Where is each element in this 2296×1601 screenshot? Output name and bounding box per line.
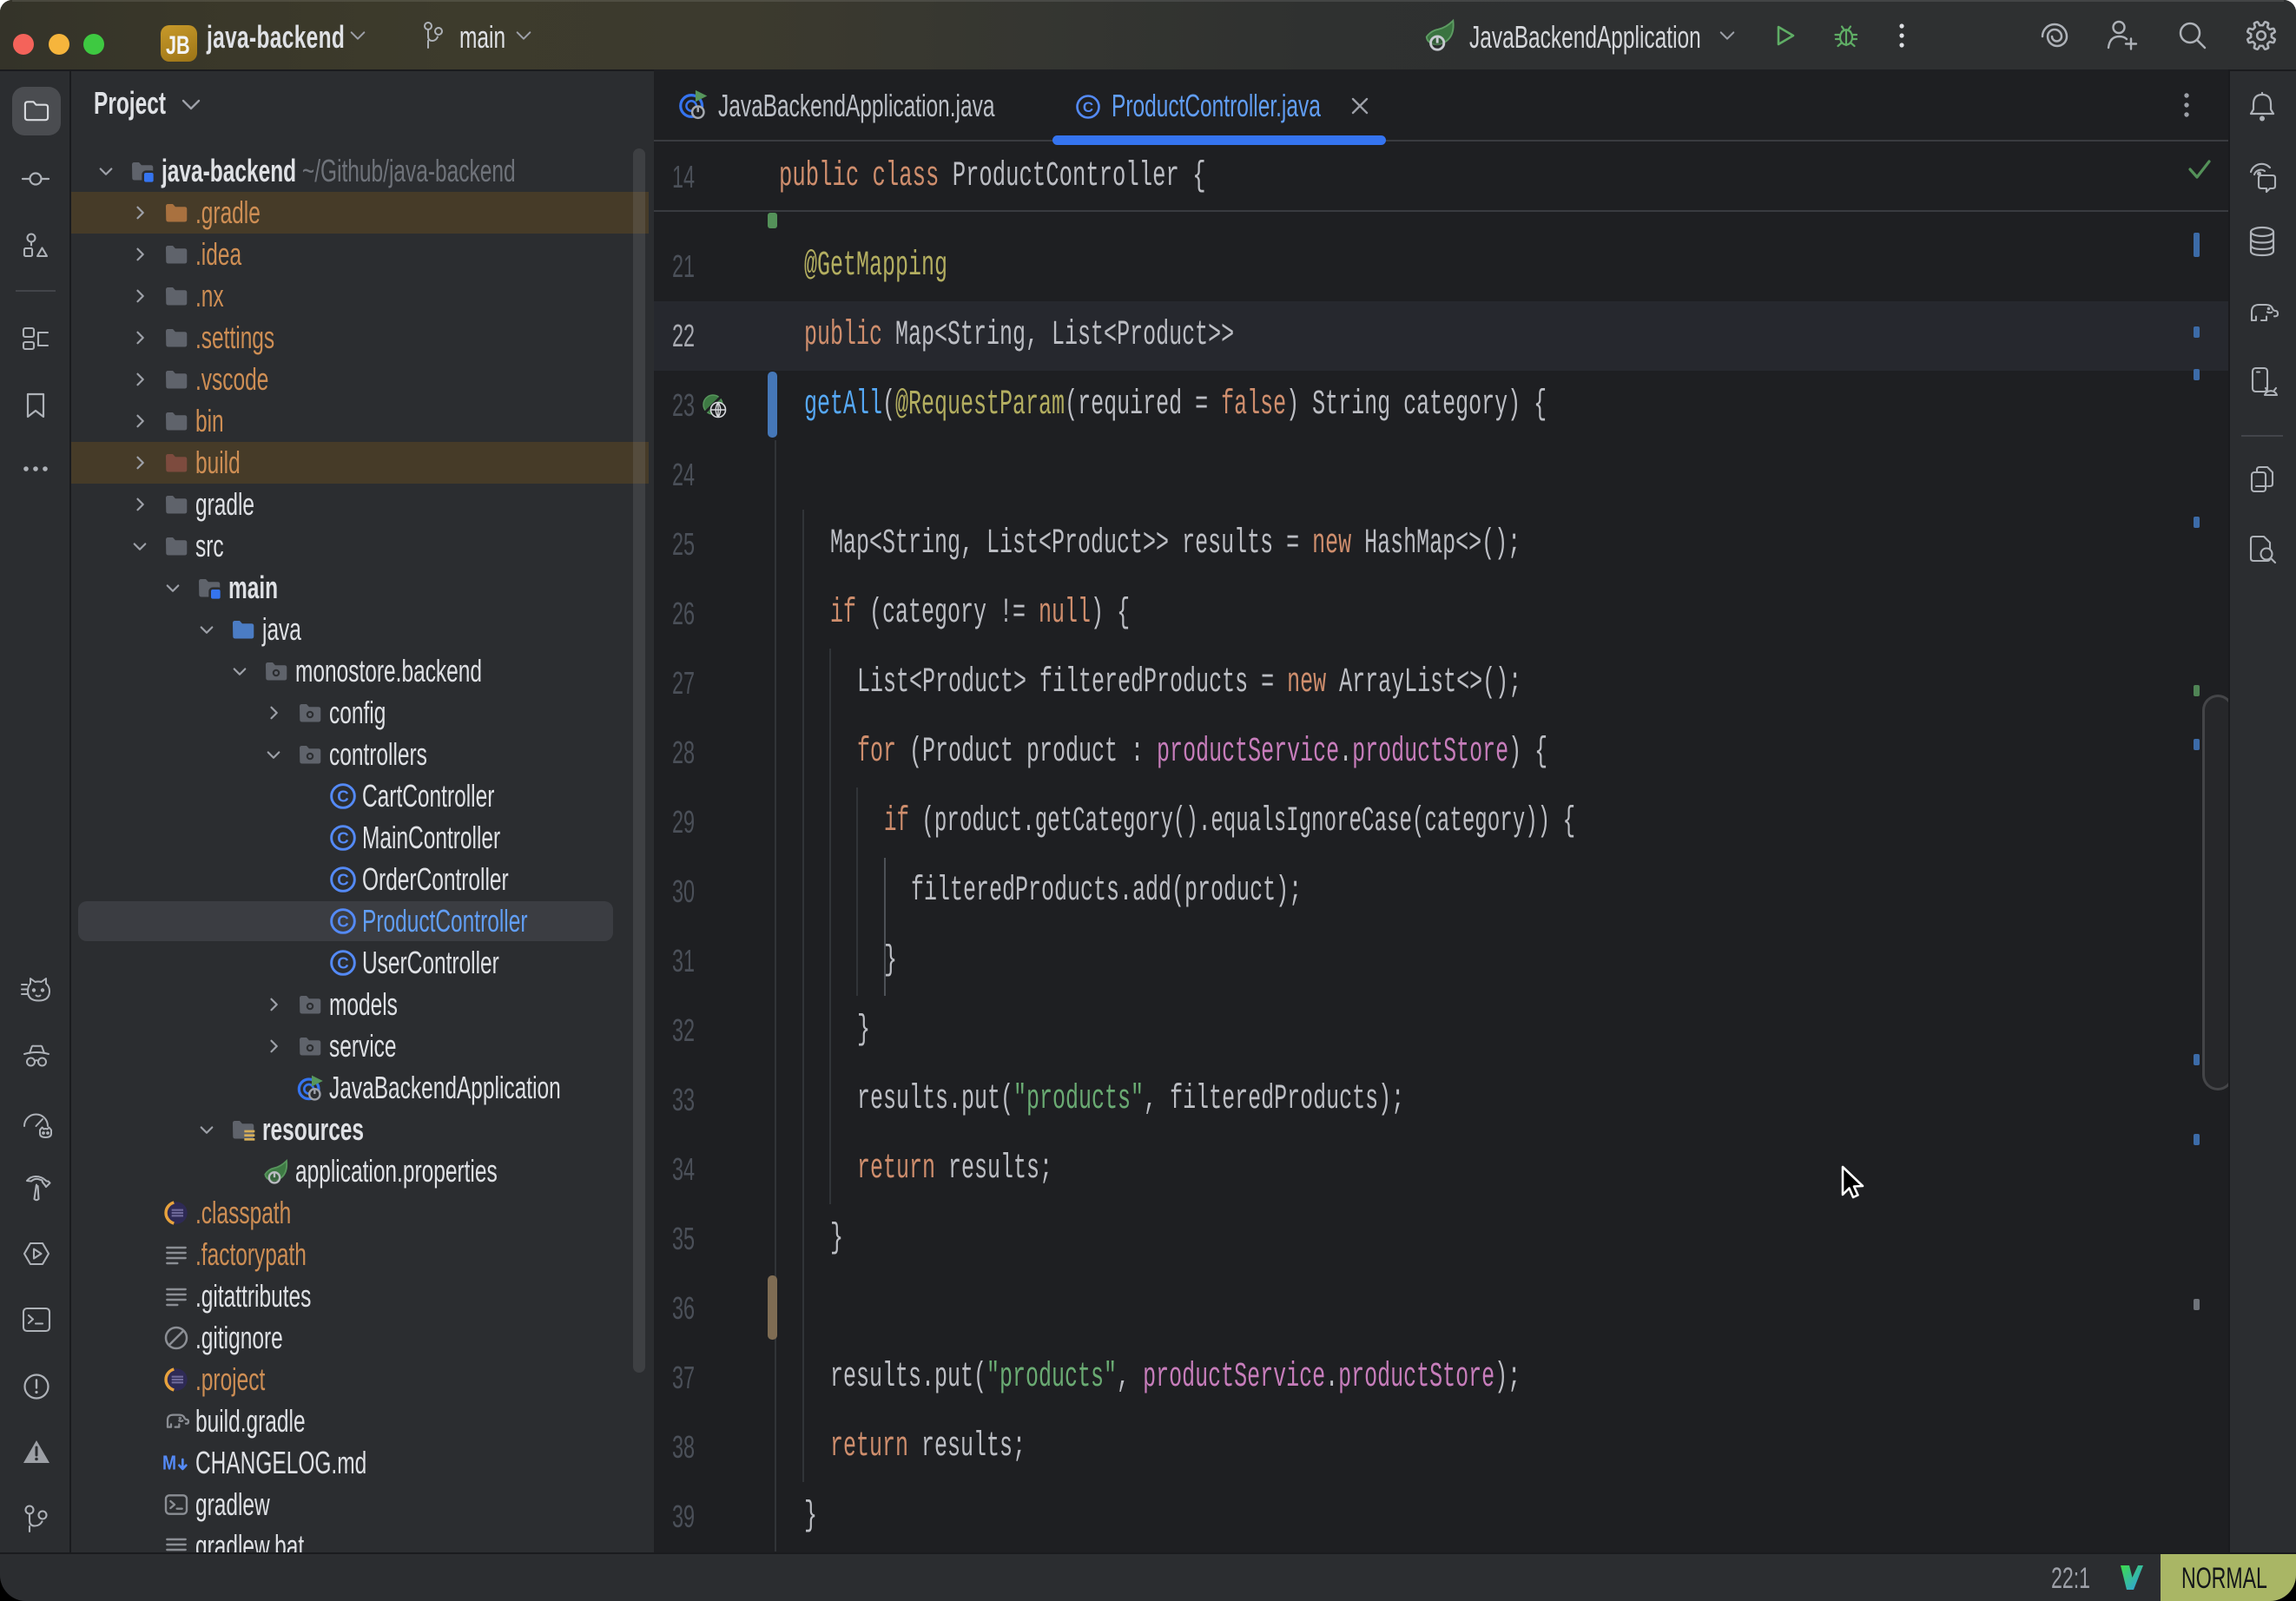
svg-text:C: C xyxy=(337,787,348,805)
svg-text:C: C xyxy=(337,912,348,930)
svg-text:C: C xyxy=(337,953,348,972)
svg-text:C: C xyxy=(1083,99,1093,115)
svg-text:C: C xyxy=(337,870,348,888)
svg-text:C: C xyxy=(337,828,348,847)
svg-text:M: M xyxy=(162,1453,176,1474)
